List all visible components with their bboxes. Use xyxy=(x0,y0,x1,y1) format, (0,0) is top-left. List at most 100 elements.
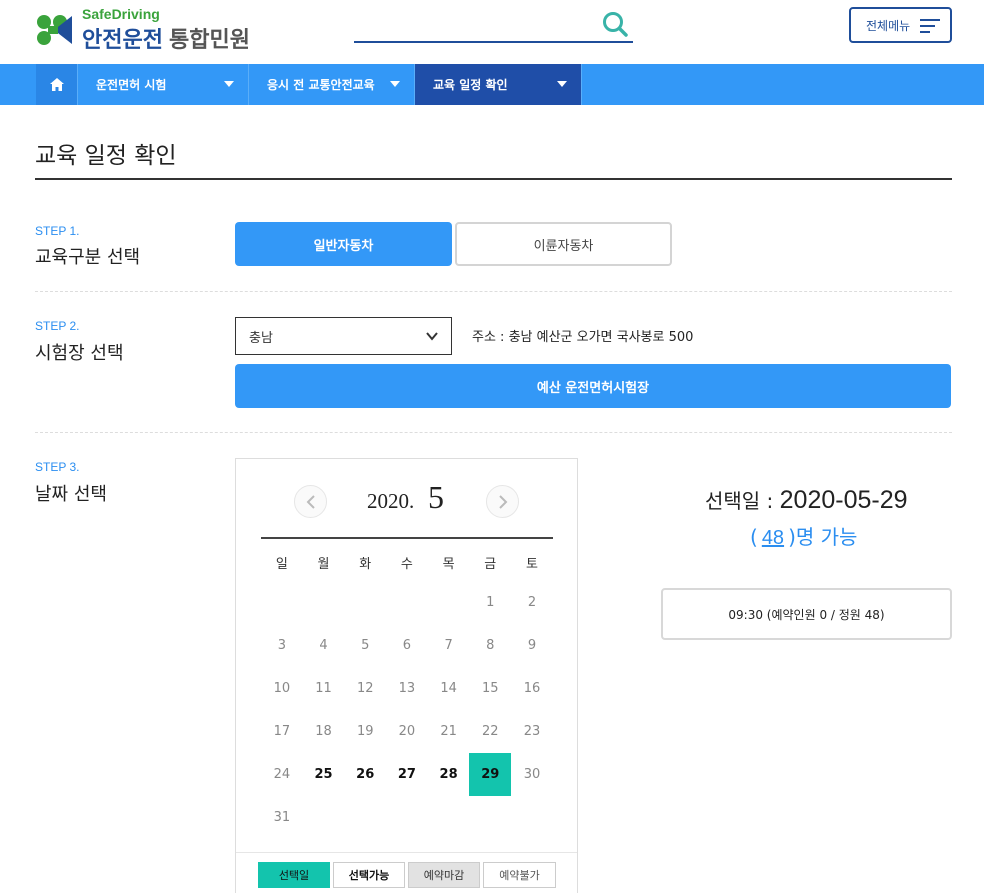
weekday-label: 목 xyxy=(442,556,455,572)
calendar-day: 30 xyxy=(523,767,541,782)
nav-item-label: 응시 전 교통안전교육 xyxy=(267,78,375,92)
calendar-year: 2020. xyxy=(367,489,415,513)
nav-item-driving-test[interactable]: 운전면허 시험 xyxy=(78,64,249,105)
next-month-button[interactable] xyxy=(486,485,519,518)
calendar-day: 14 xyxy=(440,681,457,696)
weekday-label: 일 xyxy=(275,556,288,572)
calendar-empty-cell xyxy=(303,796,345,839)
weekday-header-row: 일월화수목금토 xyxy=(261,543,553,581)
logo-clover-icon xyxy=(37,15,72,45)
calendar-week-row: 17 18 19 20 21 22 23 xyxy=(261,710,553,753)
calendar-grid: 일 월 화 수 목 금 토 1 2 3 4 5 6 7 8 9 10 11 12 13 14 15 16 17 18 19 20 21… xyxy=(261,543,553,839)
calendar-empty-cell xyxy=(344,581,386,624)
calendar-day: 13 xyxy=(398,681,416,696)
count-close: )명 가능 xyxy=(788,525,858,549)
legend-available: 선택가능 xyxy=(333,862,405,888)
nav-item-label: 교육 일정 확인 xyxy=(433,78,508,92)
full-menu-button[interactable]: 전체메뉴 xyxy=(849,7,952,43)
calendar-day: 5 xyxy=(361,638,370,653)
logo-title-main: 안전운전 xyxy=(82,28,163,53)
logo-title: 안전운전 통합민원 xyxy=(82,22,250,54)
calendar-week-row: 12 xyxy=(261,581,553,624)
calendar-day: 16 xyxy=(523,681,541,696)
available-count-value[interactable]: 48 xyxy=(762,527,784,549)
section-divider xyxy=(35,432,952,433)
weekday-label: 토 xyxy=(525,556,538,572)
calendar-day: 19 xyxy=(356,724,374,739)
site-header: SafeDriving 안전운전 통합민원 전체메뉴 xyxy=(0,0,984,64)
title-divider xyxy=(35,178,952,180)
caret-down-icon xyxy=(390,81,400,87)
selected-date-label: 선택일 : xyxy=(705,489,780,513)
hamburger-icon xyxy=(920,19,940,33)
calendar-day: 6 xyxy=(402,638,412,653)
weekday-label: 월 xyxy=(317,556,330,572)
nav-item-schedule[interactable]: 교육 일정 확인 xyxy=(415,64,582,105)
calendar-month: 5 xyxy=(428,479,444,515)
date-calendar: 2020. 5 일 월 화 수 목 금 토 1 2 3 4 5 6 7 8 9 10 11 12 13 14 15 16 17… xyxy=(235,458,578,893)
calendar-day: 8 xyxy=(486,638,495,653)
nav-home-button[interactable] xyxy=(36,64,78,105)
weekday-label: 수 xyxy=(400,556,413,572)
logo-subtitle: SafeDriving xyxy=(82,6,160,22)
prev-month-button[interactable] xyxy=(294,485,327,518)
calendar-day: 23 xyxy=(523,724,541,739)
count-open: ( xyxy=(750,525,758,549)
section-divider xyxy=(35,291,952,292)
calendar-day: 11 xyxy=(315,681,332,696)
calendar-day: 22 xyxy=(482,724,499,739)
legend-selected: 선택일 xyxy=(258,862,330,888)
step1-title: 교육구분 선택 xyxy=(35,247,141,268)
calendar-day: 2 xyxy=(527,595,537,610)
search-input[interactable] xyxy=(354,8,633,43)
calendar-day[interactable]: 26 xyxy=(344,753,386,796)
site-logo[interactable]: SafeDriving 안전운전 통합민원 xyxy=(34,6,274,54)
nav-item-label: 운전면허 시험 xyxy=(96,78,167,92)
step2-title: 시험장 선택 xyxy=(35,343,124,364)
caret-down-icon xyxy=(224,81,234,87)
weekday-label: 금 xyxy=(484,556,497,572)
time-slot-button[interactable]: 09:30 (예약인원 0 / 정원 48) xyxy=(661,588,952,640)
calendar-day: 10 xyxy=(273,681,291,696)
test-center-button[interactable]: 예산 운전면허시험장 xyxy=(235,364,951,408)
calendar-day[interactable]: 25 xyxy=(303,753,345,796)
calendar-empty-cell xyxy=(386,581,428,624)
calendar-day: 31 xyxy=(273,810,291,825)
calendar-empty-cell xyxy=(469,796,511,839)
calendar-day[interactable]: 27 xyxy=(386,753,428,796)
calendar-day: 15 xyxy=(482,681,499,696)
step1-label: STEP 1. xyxy=(35,224,80,238)
logo-title-gray: 통합민원 xyxy=(168,28,250,53)
calendar-day: 20 xyxy=(398,724,416,739)
selected-date-value: 2020-05-29 xyxy=(779,486,908,514)
calendar-day: 17 xyxy=(273,724,291,739)
calendar-divider xyxy=(261,537,553,539)
weekday-label: 화 xyxy=(359,556,372,572)
legend-closed: 예약마감 xyxy=(408,862,480,888)
page-title: 교육 일정 확인 xyxy=(35,143,177,169)
search-icon[interactable] xyxy=(601,10,629,38)
calendar-empty-cell xyxy=(303,581,345,624)
calendar-day: 7 xyxy=(444,638,453,653)
step3-title: 날짜 선택 xyxy=(35,484,107,505)
calendar-day: 9 xyxy=(527,638,537,653)
calendar-day: 24 xyxy=(273,767,291,782)
legend-divider xyxy=(236,852,577,853)
general-vehicle-button[interactable]: 일반자동차 xyxy=(235,222,452,266)
step2-label: STEP 2. xyxy=(35,319,80,333)
calendar-empty-cell xyxy=(428,581,470,624)
center-address: 주소 : 충남 예산군 오가면 국사봉로 500 xyxy=(472,330,694,345)
region-select[interactable]: 충남 xyxy=(235,317,452,355)
region-select-value: 충남 xyxy=(249,330,273,346)
calendar-week-row: 10 11 12 13 14 15 16 xyxy=(261,667,553,710)
calendar-day[interactable]: 29 xyxy=(469,753,512,796)
calendar-day[interactable]: 28 xyxy=(428,753,470,796)
calendar-empty-cell xyxy=(344,796,386,839)
calendar-week-row: 24 25 26 27 28 29 30 xyxy=(261,753,553,796)
home-icon xyxy=(49,78,64,91)
calendar-empty-cell xyxy=(261,581,303,624)
motorcycle-button[interactable]: 이륜자동차 xyxy=(455,222,672,266)
calendar-day: 21 xyxy=(440,724,457,739)
nav-item-safety-education[interactable]: 응시 전 교통안전교육 xyxy=(249,64,415,105)
calendar-empty-cell xyxy=(428,796,470,839)
